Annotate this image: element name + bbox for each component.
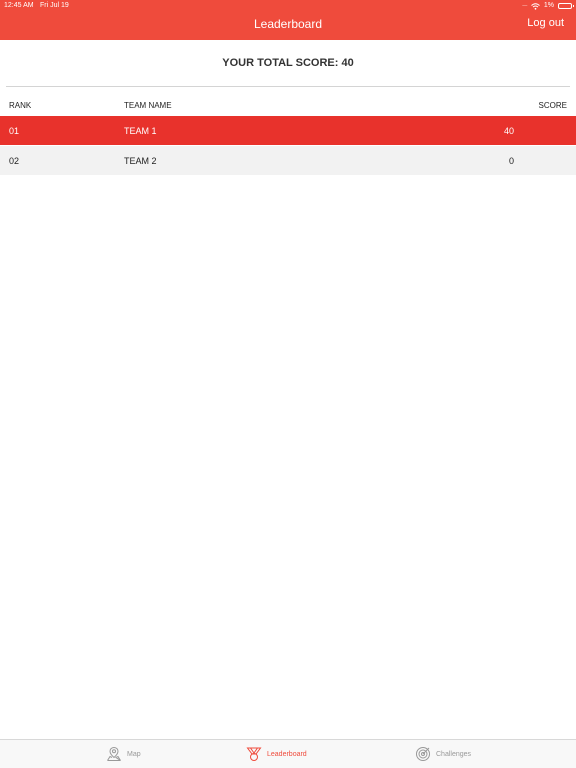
row-team-name: TEAM 2 — [124, 156, 157, 166]
logout-button[interactable]: Log out — [527, 17, 564, 29]
tab-map[interactable]: Map — [106, 746, 141, 762]
divider — [6, 86, 570, 87]
row-rank: 01 — [9, 126, 20, 136]
column-header-score: SCORE — [538, 101, 567, 110]
status-time: 12:45 AM — [4, 2, 34, 9]
tab-map-label: Map — [127, 750, 141, 758]
status-right: ····· 1% — [521, 0, 574, 12]
table-row[interactable]: 02 TEAM 2 0 — [0, 146, 576, 175]
signal-icon: ····· — [521, 3, 528, 9]
page-title: Leaderboard — [253, 17, 323, 31]
tab-bar: Map Leaderboard Challenges — [0, 739, 576, 768]
medal-icon — [246, 747, 262, 761]
row-score: 40 — [503, 126, 514, 136]
tab-challenges-label: Challenges — [436, 750, 472, 758]
wifi-icon — [531, 2, 540, 10]
table-row[interactable]: 01 TEAM 1 40 — [0, 116, 576, 145]
status-bar: 12:45 AM Fri Jul 19 ····· 1% — [0, 0, 576, 12]
row-rank: 02 — [9, 156, 20, 166]
battery-percent: 1% — [543, 2, 554, 9]
row-score: 0 — [508, 156, 514, 166]
battery-icon — [558, 3, 574, 9]
column-header-rank: RANK — [9, 101, 32, 110]
target-icon — [416, 747, 430, 761]
tab-leaderboard[interactable]: Leaderboard — [246, 746, 307, 762]
map-pin-icon — [107, 746, 121, 761]
nav-header: 12:45 AM Fri Jul 19 ····· 1% Leaderboard… — [0, 0, 576, 40]
tab-leaderboard-label: Leaderboard — [267, 750, 307, 758]
row-team-name: TEAM 1 — [124, 126, 157, 136]
tab-challenges[interactable]: Challenges — [415, 746, 471, 762]
status-date: Fri Jul 19 — [40, 2, 69, 9]
column-header-team-name: TEAM NAME — [124, 101, 172, 110]
total-score: YOUR TOTAL SCORE: 40 — [222, 57, 354, 69]
table-header: RANK TEAM NAME SCORE — [0, 101, 576, 113]
